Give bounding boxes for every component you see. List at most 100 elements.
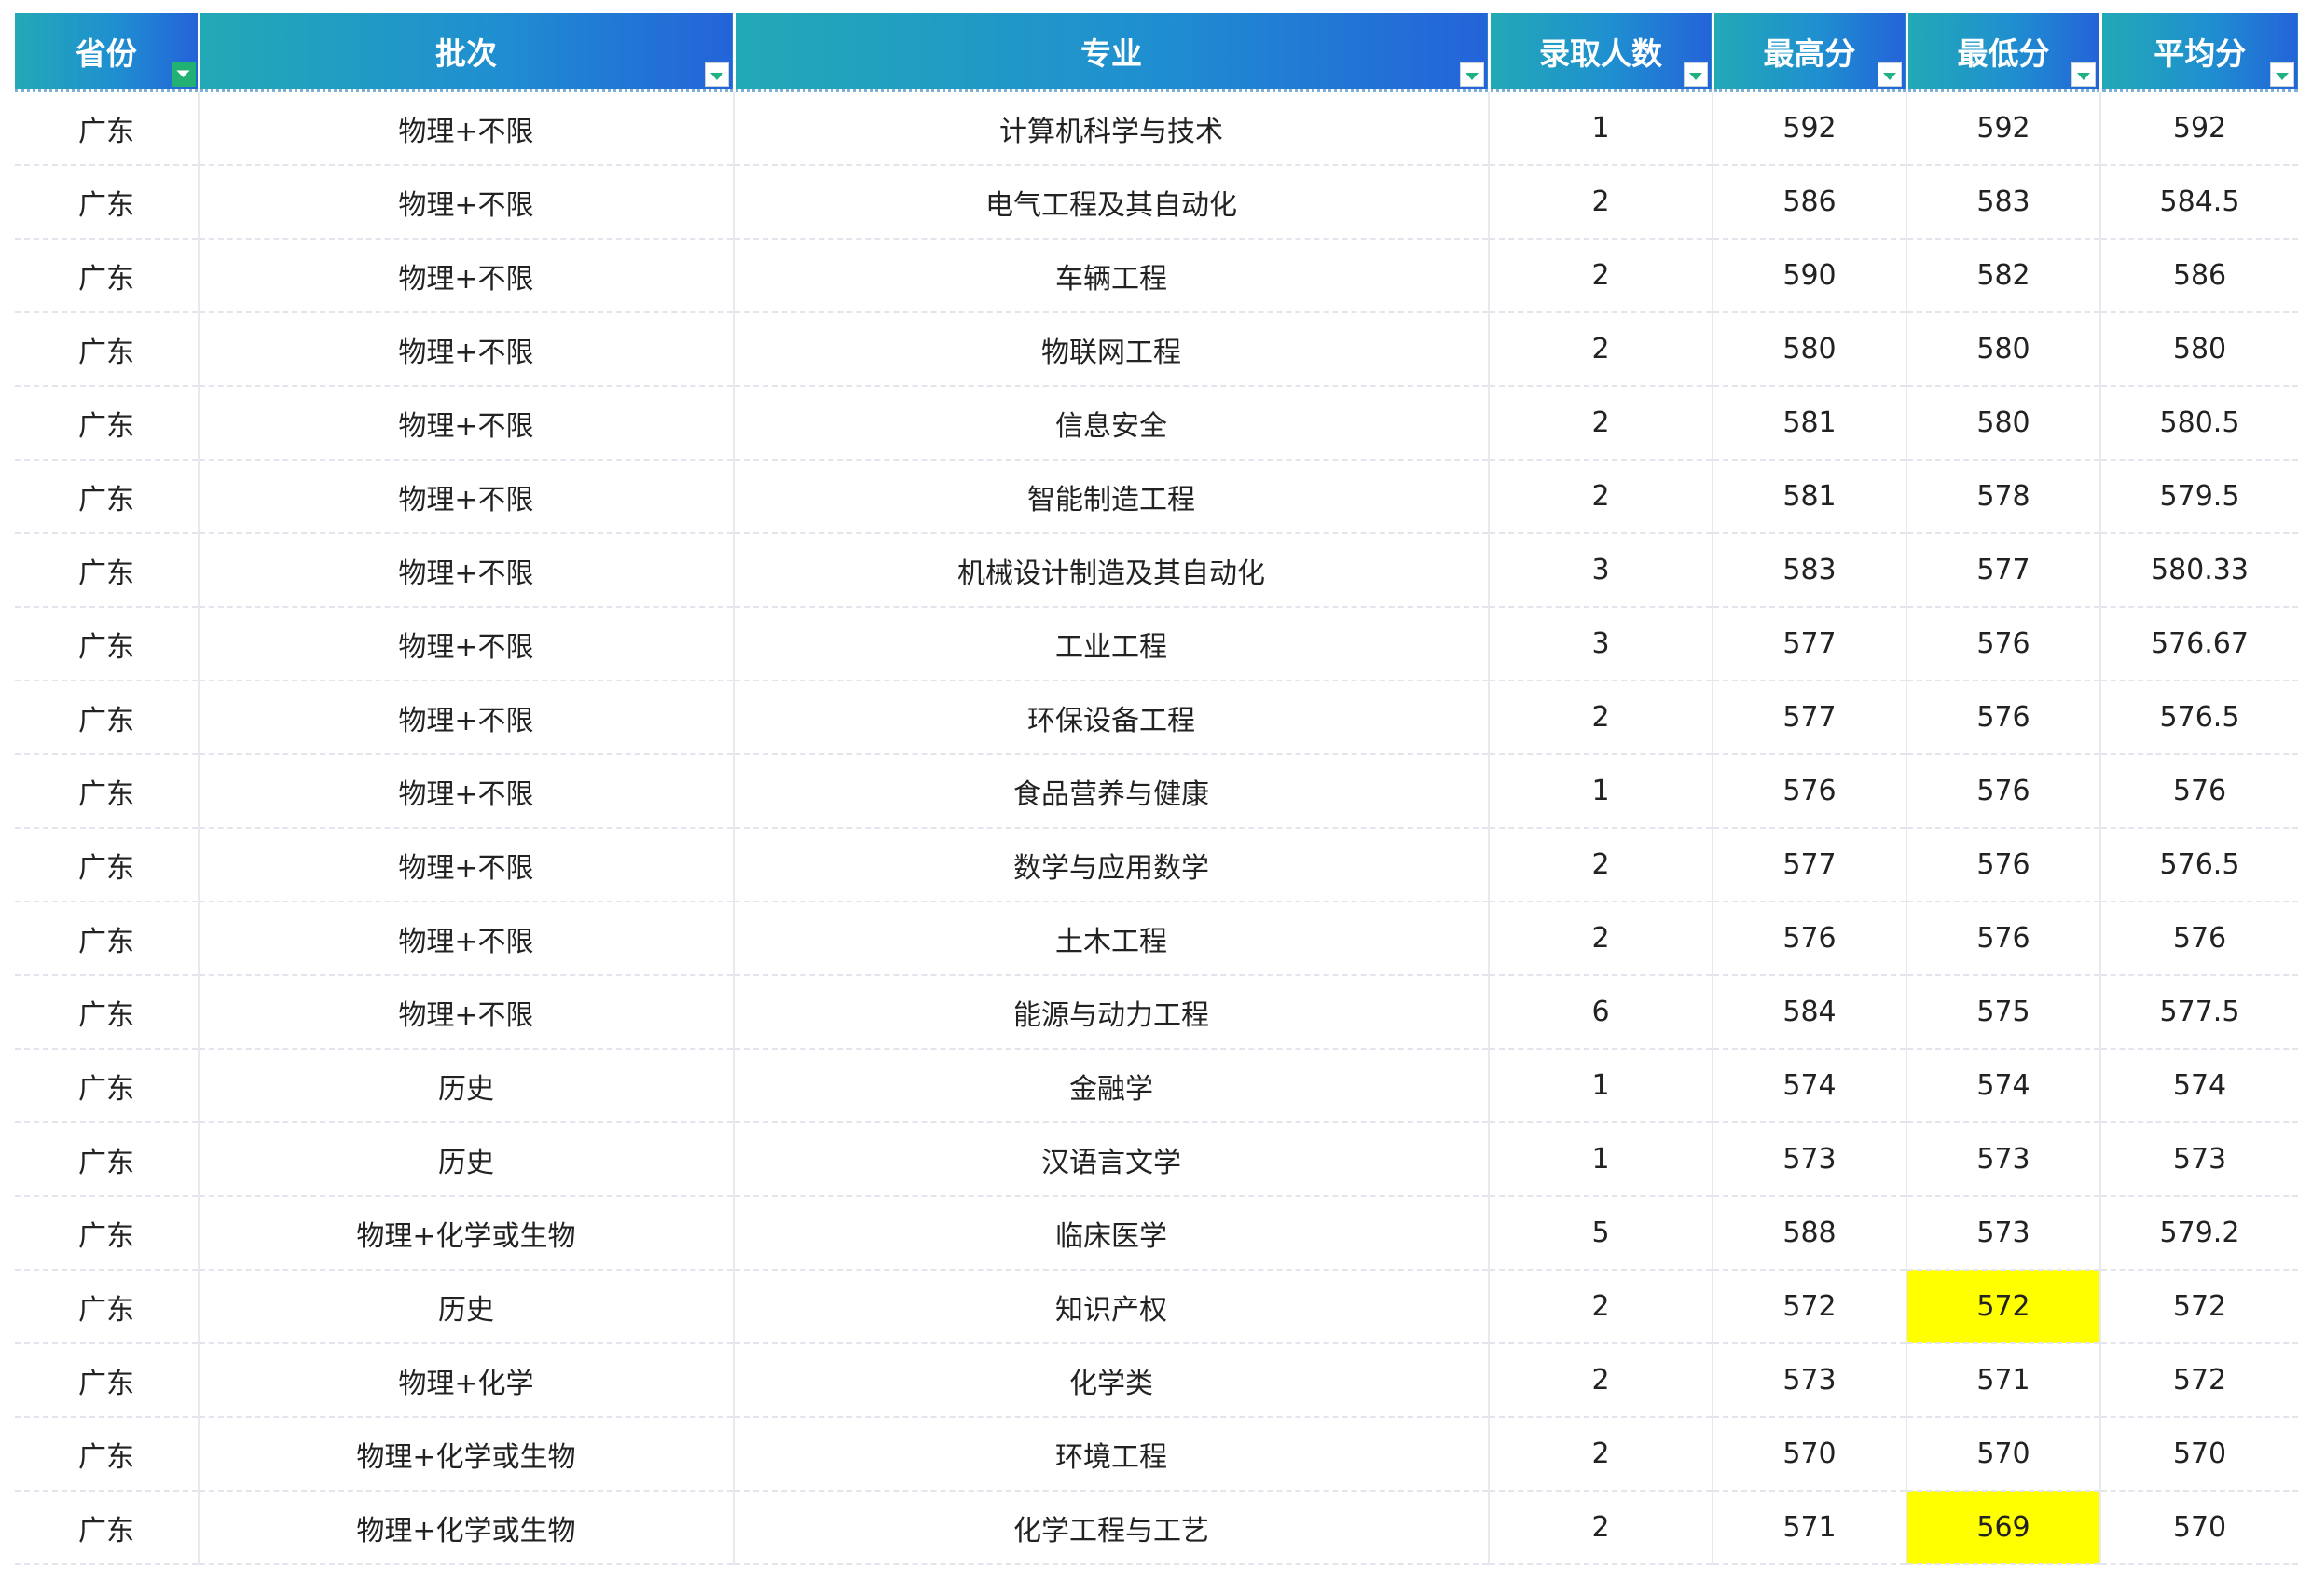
cell-avg[interactable]: 580.5 xyxy=(2100,386,2298,461)
cell-count[interactable]: 2 xyxy=(1489,165,1713,240)
cell-major[interactable]: 车辆工程 xyxy=(734,239,1490,313)
cell-major[interactable]: 化学类 xyxy=(734,1343,1490,1418)
cell-province[interactable]: 广东 xyxy=(15,533,200,608)
cell-avg[interactable]: 580 xyxy=(2100,312,2298,387)
cell-max[interactable]: 573 xyxy=(1713,1343,1907,1418)
cell-batch[interactable]: 物理+化学 xyxy=(199,1343,735,1418)
cell-province[interactable]: 广东 xyxy=(15,386,200,461)
cell-min[interactable]: 573 xyxy=(1906,1196,2101,1271)
cell-avg[interactable]: 576 xyxy=(2100,901,2298,976)
cell-max[interactable]: 577 xyxy=(1713,681,1907,755)
cell-count[interactable]: 1 xyxy=(1489,1122,1713,1197)
cell-count[interactable]: 5 xyxy=(1489,1196,1713,1271)
cell-major[interactable]: 电气工程及其自动化 xyxy=(734,165,1490,240)
cell-min[interactable]: 570 xyxy=(1906,1417,2101,1492)
cell-count[interactable]: 1 xyxy=(1489,90,1713,166)
cell-count[interactable]: 2 xyxy=(1489,901,1713,976)
cell-min[interactable]: 582 xyxy=(1906,239,2101,313)
cell-count[interactable]: 6 xyxy=(1489,975,1713,1050)
cell-min[interactable]: 580 xyxy=(1906,386,2101,461)
cell-max[interactable]: 580 xyxy=(1713,312,1907,387)
cell-province[interactable]: 广东 xyxy=(15,607,200,681)
cell-min[interactable]: 577 xyxy=(1906,533,2101,608)
cell-min[interactable]: 576 xyxy=(1906,828,2101,902)
cell-count[interactable]: 2 xyxy=(1489,386,1713,461)
cell-major[interactable]: 机械设计制造及其自动化 xyxy=(734,533,1490,608)
cell-province[interactable]: 广东 xyxy=(15,1417,200,1492)
cell-count[interactable]: 2 xyxy=(1489,312,1713,387)
cell-batch[interactable]: 物理+不限 xyxy=(199,754,735,829)
cell-avg[interactable]: 576.5 xyxy=(2100,681,2298,755)
cell-province[interactable]: 广东 xyxy=(15,1196,200,1271)
cell-count[interactable]: 2 xyxy=(1489,681,1713,755)
cell-major[interactable]: 物联网工程 xyxy=(734,312,1490,387)
cell-avg[interactable]: 570 xyxy=(2100,1491,2298,1565)
cell-avg[interactable]: 573 xyxy=(2100,1122,2298,1197)
cell-major[interactable]: 能源与动力工程 xyxy=(734,975,1490,1050)
cell-max[interactable]: 586 xyxy=(1713,165,1907,240)
cell-min[interactable]: 576 xyxy=(1906,754,2101,829)
cell-batch[interactable]: 物理+不限 xyxy=(199,533,735,608)
cell-batch[interactable]: 历史 xyxy=(199,1270,735,1344)
cell-major[interactable]: 土木工程 xyxy=(734,901,1490,976)
cell-min[interactable]: 573 xyxy=(1906,1122,2101,1197)
cell-min[interactable]: 576 xyxy=(1906,901,2101,976)
cell-major[interactable]: 知识产权 xyxy=(734,1270,1490,1344)
cell-province[interactable]: 广东 xyxy=(15,1491,200,1565)
cell-avg[interactable]: 576.5 xyxy=(2100,828,2298,902)
cell-min[interactable]: 592 xyxy=(1906,90,2101,166)
cell-province[interactable]: 广东 xyxy=(15,239,200,313)
cell-avg[interactable]: 579.2 xyxy=(2100,1196,2298,1271)
cell-min[interactable]: 580 xyxy=(1906,312,2101,387)
cell-province[interactable]: 广东 xyxy=(15,312,200,387)
cell-min[interactable]: 575 xyxy=(1906,975,2101,1050)
cell-batch[interactable]: 物理+化学或生物 xyxy=(199,1417,735,1492)
filter-dropdown-button[interactable] xyxy=(1683,62,1708,87)
cell-count[interactable]: 3 xyxy=(1489,607,1713,681)
cell-major[interactable]: 计算机科学与技术 xyxy=(734,90,1490,166)
cell-min[interactable]: 576 xyxy=(1906,607,2101,681)
cell-major[interactable]: 环保设备工程 xyxy=(734,681,1490,755)
cell-major[interactable]: 环境工程 xyxy=(734,1417,1490,1492)
cell-avg[interactable]: 572 xyxy=(2100,1270,2298,1344)
cell-batch[interactable]: 物理+不限 xyxy=(199,681,735,755)
cell-batch[interactable]: 物理+不限 xyxy=(199,312,735,387)
cell-avg[interactable]: 576 xyxy=(2100,754,2298,829)
cell-max[interactable]: 576 xyxy=(1713,901,1907,976)
cell-count[interactable]: 2 xyxy=(1489,1343,1713,1418)
cell-max[interactable]: 583 xyxy=(1713,533,1907,608)
cell-province[interactable]: 广东 xyxy=(15,460,200,534)
cell-max[interactable]: 570 xyxy=(1713,1417,1907,1492)
cell-batch[interactable]: 物理+化学或生物 xyxy=(199,1491,735,1565)
cell-count[interactable]: 2 xyxy=(1489,239,1713,313)
cell-batch[interactable]: 物理+不限 xyxy=(199,239,735,313)
cell-major[interactable]: 数学与应用数学 xyxy=(734,828,1490,902)
cell-major[interactable]: 信息安全 xyxy=(734,386,1490,461)
cell-max[interactable]: 574 xyxy=(1713,1049,1907,1123)
cell-avg[interactable]: 572 xyxy=(2100,1343,2298,1418)
cell-batch[interactable]: 物理+不限 xyxy=(199,386,735,461)
cell-province[interactable]: 广东 xyxy=(15,1343,200,1418)
filter-dropdown-button[interactable] xyxy=(1459,62,1484,87)
cell-count[interactable]: 1 xyxy=(1489,754,1713,829)
cell-major[interactable]: 汉语言文学 xyxy=(734,1122,1490,1197)
cell-max[interactable]: 571 xyxy=(1713,1491,1907,1565)
cell-min[interactable]: 571 xyxy=(1906,1343,2101,1418)
filter-dropdown-button[interactable] xyxy=(2071,62,2096,87)
cell-max[interactable]: 581 xyxy=(1713,386,1907,461)
cell-avg[interactable]: 584.5 xyxy=(2100,165,2298,240)
cell-batch[interactable]: 物理+不限 xyxy=(199,460,735,534)
cell-major[interactable]: 临床医学 xyxy=(734,1196,1490,1271)
cell-major[interactable]: 化学工程与工艺 xyxy=(734,1491,1490,1565)
cell-province[interactable]: 广东 xyxy=(15,165,200,240)
cell-count[interactable]: 3 xyxy=(1489,533,1713,608)
cell-avg[interactable]: 580.33 xyxy=(2100,533,2298,608)
cell-min[interactable]: 576 xyxy=(1906,681,2101,755)
cell-min[interactable]: 572 xyxy=(1906,1270,2101,1344)
cell-min[interactable]: 574 xyxy=(1906,1049,2101,1123)
cell-province[interactable]: 广东 xyxy=(15,90,200,166)
cell-max[interactable]: 572 xyxy=(1713,1270,1907,1344)
cell-count[interactable]: 2 xyxy=(1489,1417,1713,1492)
filter-dropdown-button[interactable] xyxy=(2270,62,2294,87)
cell-major[interactable]: 工业工程 xyxy=(734,607,1490,681)
